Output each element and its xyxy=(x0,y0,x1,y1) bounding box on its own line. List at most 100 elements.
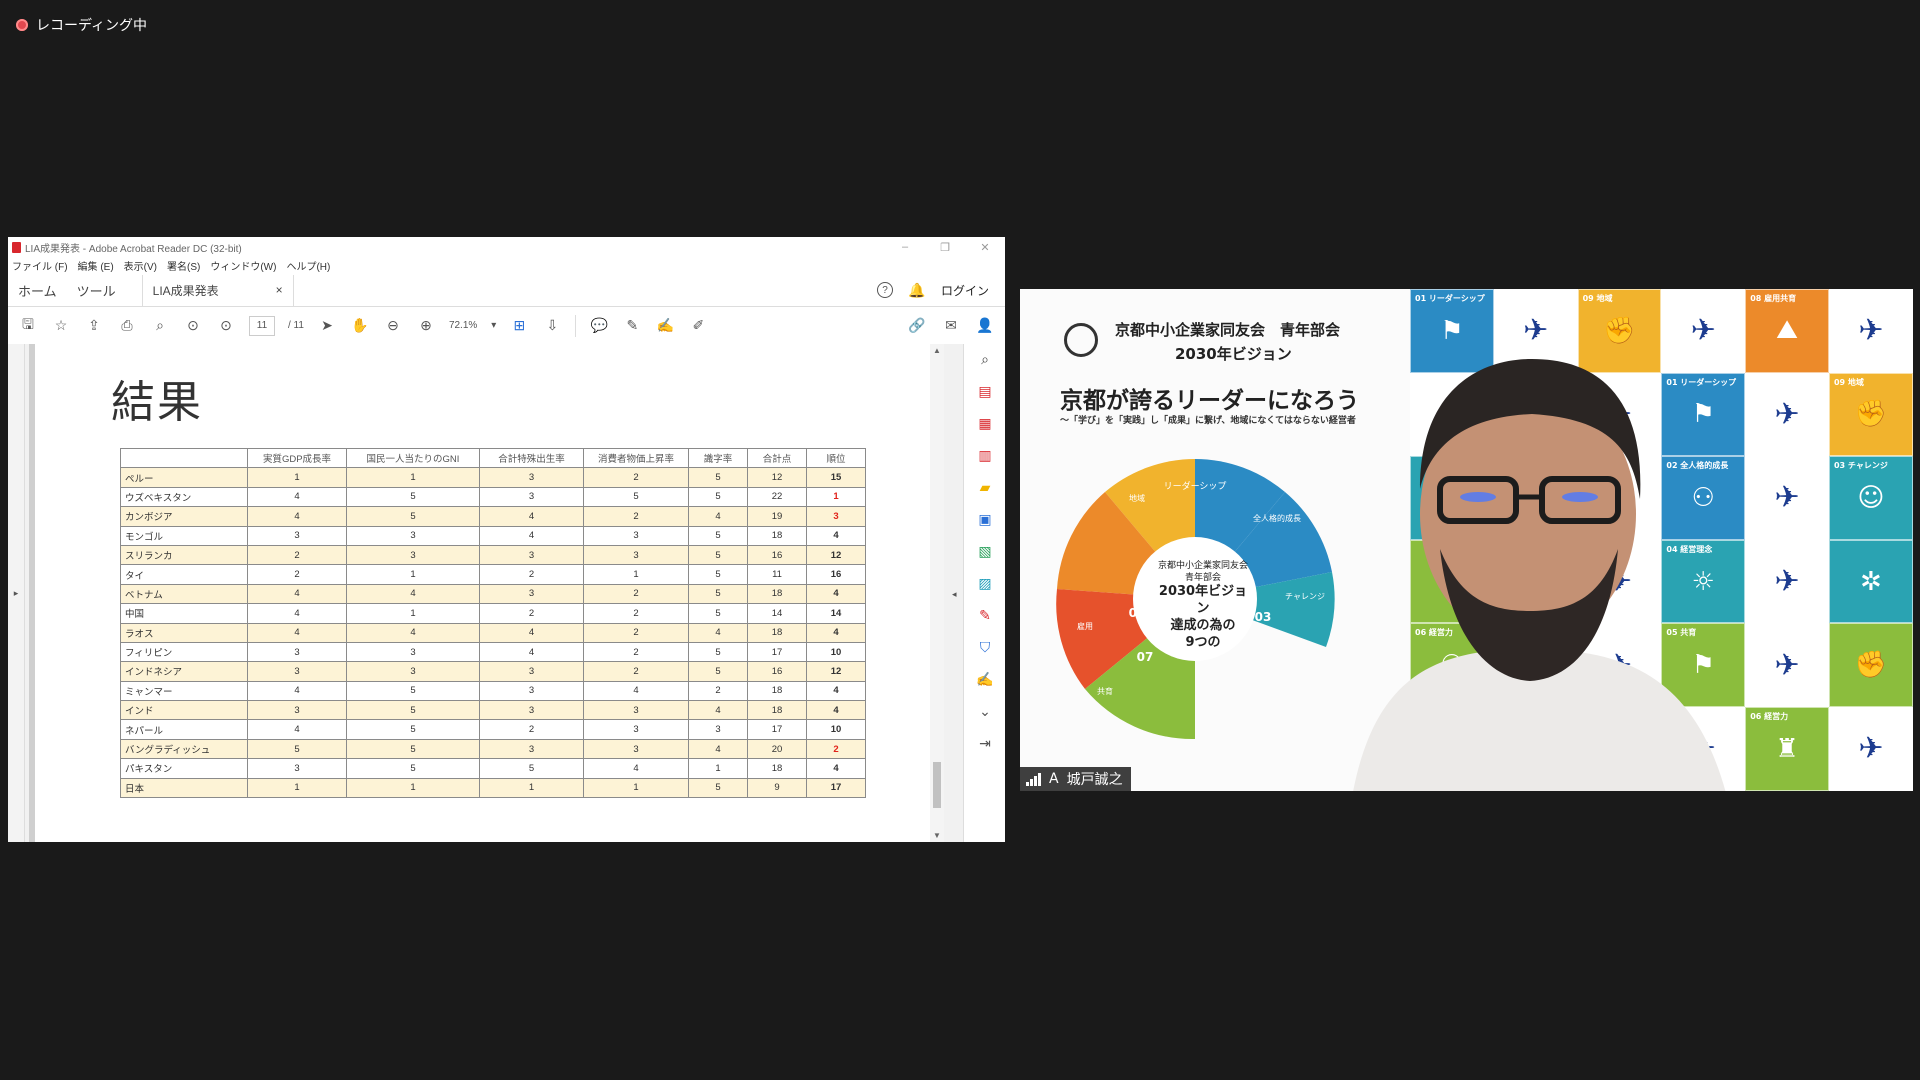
score-cell: 5 xyxy=(688,525,748,546)
score-cell: 5 xyxy=(346,758,480,779)
score-cell: 4 xyxy=(583,680,689,702)
scrollbar-thumb[interactable] xyxy=(933,762,941,808)
country-cell: タイ xyxy=(120,564,248,585)
menu-sign[interactable]: 署名(S) xyxy=(167,258,200,273)
tab-document[interactable]: LIA成果発表 × xyxy=(141,274,294,306)
vertical-scrollbar[interactable]: ▲ ▼ xyxy=(930,344,944,842)
score-cell: 3 xyxy=(583,544,689,566)
organization-logo-icon: ✈ xyxy=(1774,480,1800,516)
hand-tool-icon[interactable]: ✋ xyxy=(350,316,370,336)
help-icon[interactable]: ? xyxy=(876,282,893,298)
fill-sign-icon[interactable]: ✐ xyxy=(688,316,708,336)
upload-cloud-icon[interactable]: ⇪ xyxy=(84,316,104,336)
highlight-pen-icon[interactable]: ✎ xyxy=(622,316,642,336)
close-tab-icon[interactable]: × xyxy=(276,283,283,297)
zoom-tool-icon[interactable]: ⌕ xyxy=(976,350,994,368)
restore-icon[interactable]: ❐ xyxy=(925,241,965,254)
print-icon[interactable]: ⎙ xyxy=(117,316,137,336)
export-pdf-icon[interactable]: ▥ xyxy=(976,446,994,464)
wheel-number: 03 xyxy=(1255,610,1272,624)
wheel-center-line: 9つの xyxy=(1185,635,1221,651)
save-icon[interactable]: 🖫 xyxy=(18,316,38,336)
scroll-mode-icon[interactable]: ⇩ xyxy=(542,316,562,336)
score-cell: 5 xyxy=(346,738,480,760)
zoom-in-icon[interactable]: ⊕ xyxy=(416,316,436,336)
country-cell: パキスタン xyxy=(120,758,248,779)
menu-window[interactable]: ウィンドウ(W) xyxy=(210,258,276,273)
next-page-icon[interactable]: ⊙ xyxy=(216,316,236,336)
menu-file[interactable]: ファイル (F) xyxy=(12,258,68,273)
wheel-label: 地域 xyxy=(1129,493,1145,503)
scroll-down-icon[interactable]: ▼ xyxy=(930,831,944,840)
score-cell: 1 xyxy=(247,467,347,488)
login-button[interactable]: ログイン xyxy=(941,282,989,299)
background-logo-tile: ✈ xyxy=(1745,456,1829,540)
send-review-icon[interactable]: ▨ xyxy=(976,574,994,592)
score-cell: 4 xyxy=(346,583,480,605)
collapse-right-panel-icon[interactable]: ◂ xyxy=(952,589,957,600)
minimize-icon[interactable]: – xyxy=(885,241,925,254)
score-cell: 2 xyxy=(247,544,347,566)
combine-files-icon[interactable]: ▣ xyxy=(976,510,994,528)
create-pdf-icon[interactable]: ▤ xyxy=(976,382,994,400)
more-tools-icon[interactable]: ⌄ xyxy=(976,702,994,720)
fill-sign-tool-icon[interactable]: ✎ xyxy=(976,606,994,624)
expand-left-panel-icon[interactable]: ▸ xyxy=(8,344,25,842)
score-cell: 2 xyxy=(583,583,689,605)
score-cell: 3 xyxy=(346,544,480,566)
zoom-out-icon[interactable]: ⊖ xyxy=(383,316,403,336)
score-cell: 4 xyxy=(688,738,748,760)
score-cell: 3 xyxy=(479,486,584,508)
tab-home[interactable]: ホーム xyxy=(8,274,67,306)
search-icon[interactable]: ⌕ xyxy=(150,316,170,336)
score-cell: 4 xyxy=(479,506,584,527)
score-cell: 1 xyxy=(583,564,689,585)
organize-pages-icon[interactable]: ▦ xyxy=(976,414,994,432)
table-row: ミャンマー 4 5 3 4 2 18 4 xyxy=(120,680,866,702)
table-row: タイ 2 1 2 1 5 11 16 xyxy=(120,564,866,585)
comment-icon[interactable]: 💬 xyxy=(589,316,609,336)
score-cell: 1 xyxy=(479,777,584,799)
export-arrow-icon[interactable]: ⇥ xyxy=(976,734,994,752)
country-cell: ペルー xyxy=(120,467,248,488)
menu-help[interactable]: ヘルプ(H) xyxy=(286,258,330,273)
participant-name: 城戸誠之 xyxy=(1066,772,1123,788)
background-theme-tile: ✊ xyxy=(1828,623,1913,707)
total-cell: 14 xyxy=(747,603,807,624)
zoom-select[interactable]: 72.1% ▾ xyxy=(449,320,496,331)
page-number-input[interactable]: 11 xyxy=(249,315,275,336)
total-cell: 17 xyxy=(747,641,807,663)
draw-icon[interactable]: ✍ xyxy=(655,316,675,336)
theme-pictogram-icon: ✲ xyxy=(1859,566,1882,597)
table-row: カンボジア 4 5 4 2 4 19 3 xyxy=(120,506,866,527)
country-cell: ベトナム xyxy=(120,583,248,605)
email-icon[interactable]: ✉ xyxy=(941,316,961,336)
prev-page-icon[interactable]: ⊙ xyxy=(183,316,203,336)
sign-tool-icon[interactable]: ✍ xyxy=(976,670,994,688)
scroll-up-icon[interactable]: ▲ xyxy=(930,346,944,355)
wheel-center-line: 2030年ビジョン xyxy=(1158,584,1248,617)
menu-edit[interactable]: 編集 (E) xyxy=(78,258,114,273)
score-cell: 2 xyxy=(583,603,689,624)
protect-icon[interactable]: ⛉ xyxy=(976,638,994,656)
score-cell: 1 xyxy=(346,564,480,585)
star-icon[interactable]: ☆ xyxy=(51,316,71,336)
header-cell: 消費者物価上昇率 xyxy=(583,447,689,469)
edit-pdf-icon[interactable]: ▧ xyxy=(976,542,994,560)
bell-icon[interactable]: 🔔 xyxy=(907,280,927,300)
rank-cell: 4 xyxy=(806,622,866,643)
rank-cell: 17 xyxy=(806,777,866,799)
wheel-center-line: 京都中小企業家同友会 xyxy=(1157,561,1248,571)
header-cell: 識字率 xyxy=(688,447,748,469)
link-icon[interactable]: 🔗 xyxy=(907,316,927,336)
select-cursor-icon[interactable]: ➤ xyxy=(317,316,337,336)
share-user-icon[interactable]: 👤 xyxy=(975,316,995,336)
total-cell: 16 xyxy=(747,544,807,566)
comment-tool-icon[interactable]: ▰ xyxy=(976,478,994,496)
fit-page-icon[interactable]: ⊞ xyxy=(509,316,529,336)
tab-tools[interactable]: ツール xyxy=(67,274,126,306)
menu-view[interactable]: 表示(V) xyxy=(124,258,157,273)
score-cell: 3 xyxy=(583,719,689,740)
close-window-icon[interactable]: ✕ xyxy=(965,241,1005,254)
total-cell: 19 xyxy=(747,506,807,527)
